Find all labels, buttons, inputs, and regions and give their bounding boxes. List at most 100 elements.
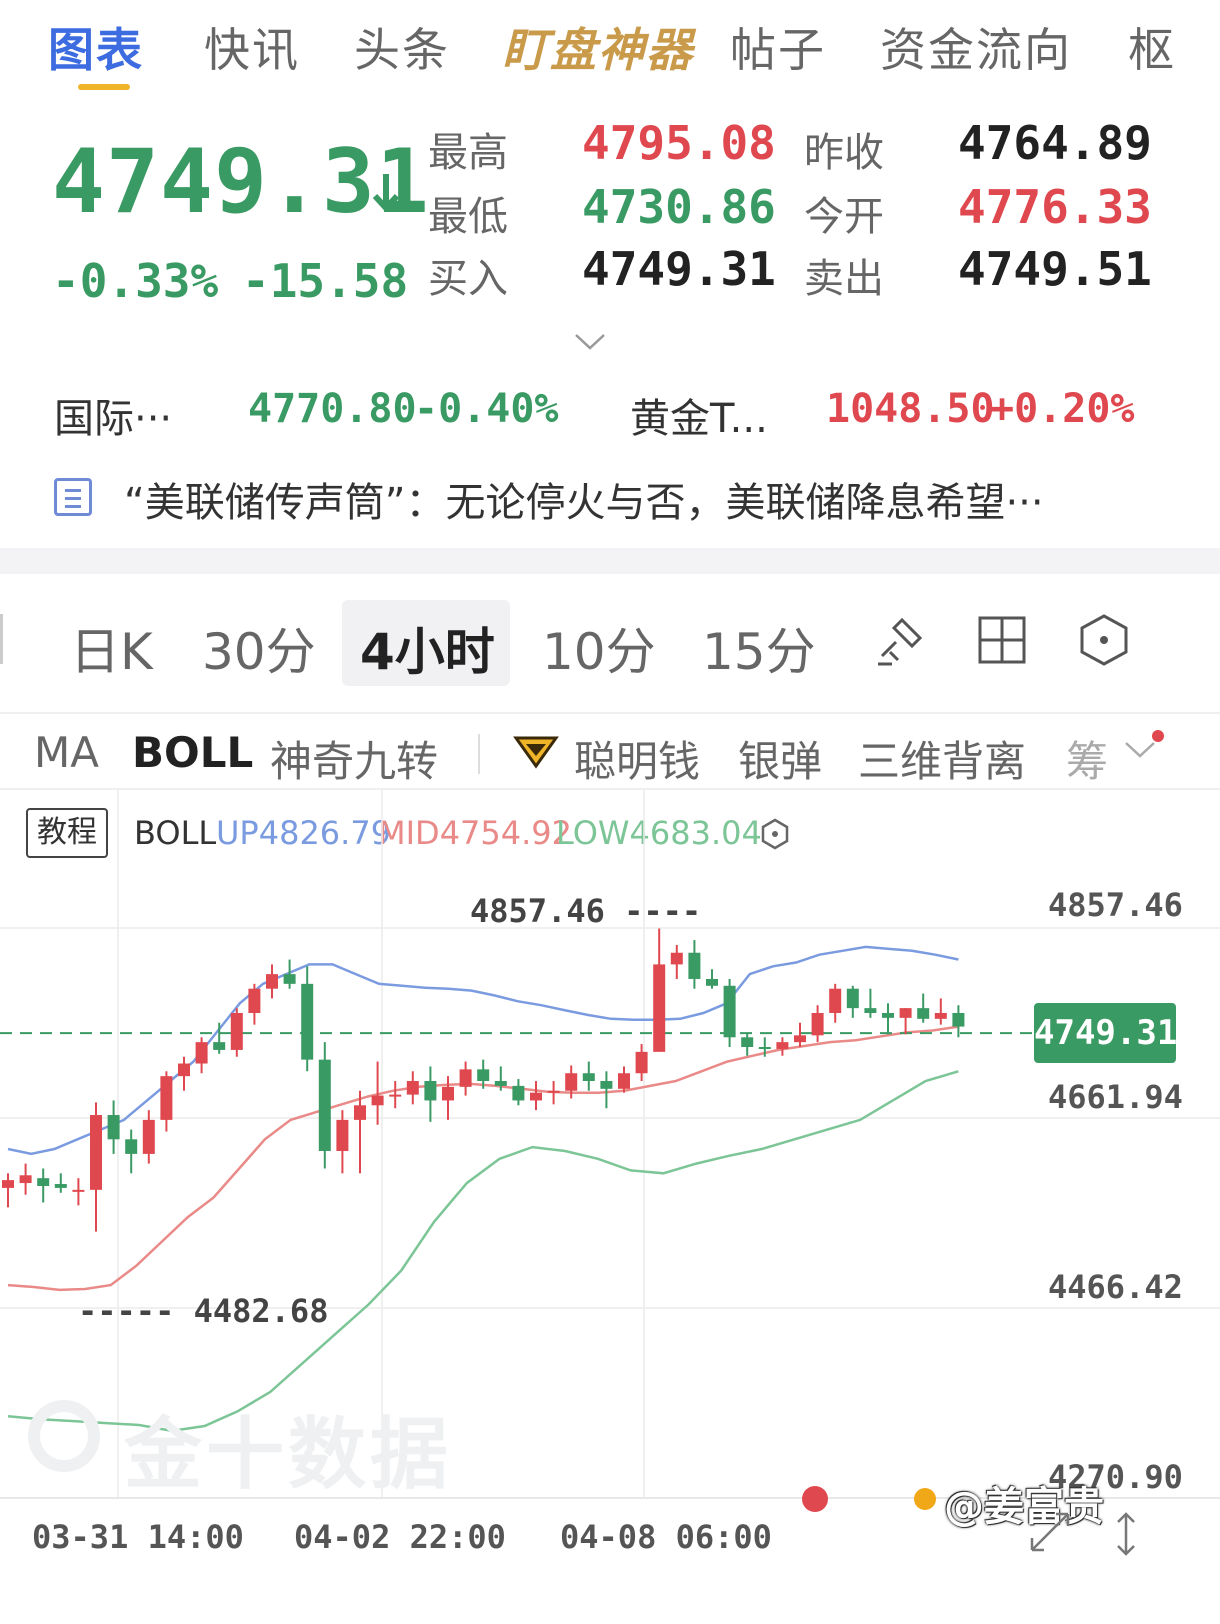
candle-body <box>600 1081 613 1089</box>
candle-body <box>90 1115 102 1190</box>
candle-body <box>248 988 261 1013</box>
candle-body <box>336 1119 349 1151</box>
tab-chart[interactable]: 图表 <box>48 14 144 80</box>
candle-body <box>653 964 666 1052</box>
chevron-down-icon[interactable] <box>1124 740 1156 764</box>
candle-body <box>952 1012 965 1027</box>
candle-body <box>899 1008 912 1018</box>
low-value: 4730.86 <box>582 180 776 234</box>
candle-body <box>794 1035 806 1043</box>
section-divider <box>0 548 1220 574</box>
news-icon <box>54 478 92 516</box>
period-tab-4h[interactable]: 4小时 <box>360 612 495 684</box>
open-value: 4776.33 <box>958 180 1152 234</box>
candle-body <box>371 1095 384 1106</box>
candle-body <box>582 1073 595 1082</box>
candle-body <box>72 1189 85 1192</box>
high-label: 最高 <box>428 130 508 176</box>
candle-body <box>54 1184 67 1188</box>
candle-body <box>107 1115 120 1140</box>
period-tab-15m[interactable]: 15分 <box>702 612 816 684</box>
candle-body <box>741 1037 754 1048</box>
candle-body <box>2 1180 14 1188</box>
ref-change-intl: -0.40% <box>414 386 559 432</box>
period-tab-10m[interactable]: 10分 <box>542 612 656 684</box>
tab-watch-tool[interactable]: 盯盘神器 <box>502 14 694 80</box>
candle-body <box>318 1059 331 1151</box>
min-price-annotation: ----- 4482.68 <box>78 1292 329 1330</box>
ref-price-intl: 4770.80 <box>248 386 417 432</box>
candle-body <box>512 1085 525 1101</box>
tab-fund-flow[interactable]: 资金流向 <box>880 14 1072 80</box>
indicator-tab-silver-bullet[interactable]: 银弹 <box>738 728 822 789</box>
y-tick-label: 4857.46 <box>1048 886 1183 924</box>
expand-icon[interactable] <box>1028 1510 1072 1558</box>
x-tick-label: 04-08 06:00 <box>560 1518 772 1556</box>
candle-body <box>723 985 736 1038</box>
candle-body <box>424 1081 437 1101</box>
candle-body <box>406 1081 419 1095</box>
change-amount: -15.58 <box>242 254 409 308</box>
candle-body <box>301 983 314 1060</box>
indicator-tab-3d-divergence[interactable]: 三维背离 <box>858 728 1026 789</box>
tab-headlines[interactable]: 头条 <box>354 14 450 80</box>
tab-news[interactable]: 快讯 <box>204 14 300 80</box>
indicator-separator <box>478 734 480 774</box>
event-marker-red[interactable] <box>802 1486 828 1512</box>
period-tab-30m[interactable]: 30分 <box>202 612 316 684</box>
candle-body <box>195 1042 208 1064</box>
candle-body <box>459 1069 472 1087</box>
ref-name-intl[interactable]: 国际··· <box>54 386 172 444</box>
chevron-down-icon[interactable] <box>574 332 606 356</box>
ref-price-gold-td: 1048.50 <box>826 386 995 432</box>
high-value: 4795.08 <box>582 116 776 170</box>
settings-hexagon-icon[interactable] <box>1076 612 1132 668</box>
ref-name-gold-td[interactable]: 黄金T... <box>630 386 768 444</box>
indicator-tab-magic9[interactable]: 神奇九转 <box>270 728 438 789</box>
indicator-tab-chips[interactable]: 筹 <box>1066 728 1108 789</box>
candle-body <box>565 1073 578 1091</box>
tab-posts[interactable]: 帖子 <box>730 14 826 80</box>
candle-body <box>618 1073 630 1089</box>
candle-body <box>266 974 278 989</box>
candle-body <box>776 1042 789 1049</box>
candle-body <box>142 1119 155 1154</box>
ask-value: 4749.51 <box>958 242 1152 296</box>
candle-body <box>846 988 859 1009</box>
low-label: 最低 <box>428 194 508 240</box>
y-tick-label: 4661.94 <box>1048 1078 1183 1116</box>
x-tick-label: 03-31 14:00 <box>32 1518 244 1556</box>
candle-body <box>283 974 296 984</box>
indicator-tab-ma[interactable]: MA <box>34 728 99 777</box>
period-scroll-edge <box>0 614 13 664</box>
news-headline[interactable]: “美联储传声筒”：无论停火与否，美联储降息希望··· <box>124 470 1044 528</box>
candle-body <box>213 1042 226 1050</box>
candle-body <box>389 1094 402 1097</box>
candle-body <box>178 1063 190 1077</box>
period-tab-daily[interactable]: 日K <box>70 612 153 684</box>
down-arrow-icon <box>372 168 400 224</box>
ref-change-gold-td: +0.20% <box>990 386 1135 432</box>
candle-body <box>230 1012 243 1050</box>
candle-body <box>125 1139 138 1154</box>
active-tab-indicator <box>78 84 130 90</box>
prev-close-label: 昨收 <box>804 130 884 176</box>
candle-body <box>530 1092 542 1101</box>
scroll-vertical-icon[interactable] <box>1112 1510 1140 1562</box>
candle-body <box>864 1008 877 1013</box>
tab-more[interactable]: 枢 <box>1128 14 1176 80</box>
grid-layout-icon[interactable] <box>976 612 1032 668</box>
candle-body <box>442 1086 454 1101</box>
event-marker-orange[interactable] <box>914 1488 936 1510</box>
candle-body <box>37 1178 50 1186</box>
draw-pen-icon[interactable] <box>872 612 928 668</box>
candle-body <box>477 1069 490 1082</box>
indicator-tab-smart-money[interactable]: 聪明钱 <box>574 728 700 789</box>
candle-body <box>811 1012 824 1036</box>
candle-body <box>688 952 701 979</box>
candle-body <box>917 1008 930 1019</box>
candle-body <box>19 1175 32 1184</box>
indicator-tab-boll[interactable]: BOLL <box>132 728 253 777</box>
current-price-tag: 4749.31 <box>1034 1003 1177 1063</box>
diamond-icon <box>512 730 560 774</box>
